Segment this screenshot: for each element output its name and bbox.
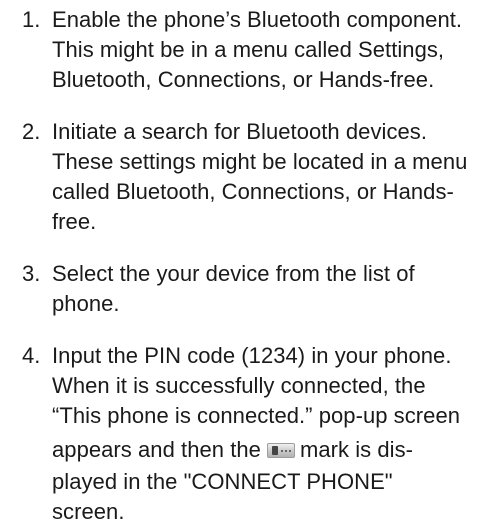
step-text: Enable the phone’s Bluetooth component. … — [52, 5, 492, 95]
step-line: phone. — [52, 291, 120, 316]
step-line-with-icon: appears and then the mark is dis- — [52, 433, 492, 467]
step-line-part: appears and then the — [52, 437, 261, 462]
step-number: 2. — [22, 119, 41, 144]
step-line: called Bluetooth, Connections, or Hands- — [52, 179, 454, 204]
step-line: Select the your device from the list of — [52, 261, 415, 286]
step-line: free. — [52, 209, 97, 234]
step-line: Bluetooth, Connections, or Hands-free. — [52, 67, 435, 92]
step-line: screen. — [52, 499, 125, 524]
step-line: Input the PIN code (1234) in your phone. — [52, 343, 452, 368]
step-line: This might be in a menu called Settings, — [52, 37, 445, 62]
step-line: played in the "CONNECT PHONE" — [52, 469, 393, 494]
step-line: Initiate a search for Bluetooth devices. — [52, 119, 427, 144]
step-text: Initiate a search for Bluetooth devices.… — [52, 117, 492, 237]
step-line: When it is successfully connected, the — [52, 373, 426, 398]
instruction-steps: 1. Enable the phone’s Bluetooth componen… — [0, 0, 503, 528]
step-line-part: mark is dis- — [299, 437, 414, 462]
step-text: Select the your device from the list of … — [52, 259, 492, 319]
step-line: These settings might be located in a men… — [52, 149, 468, 174]
step-number: 4. — [22, 343, 41, 368]
step-text: Input the PIN code (1234) in your phone.… — [52, 341, 492, 527]
step-line: “This phone is connected.” pop-up screen — [52, 403, 461, 428]
bluetooth-phone-connected-icon — [266, 443, 295, 458]
step-number: 1. — [22, 7, 41, 32]
step-line: Enable the phone’s Bluetooth component. — [52, 7, 463, 32]
step-number: 3. — [22, 261, 41, 286]
